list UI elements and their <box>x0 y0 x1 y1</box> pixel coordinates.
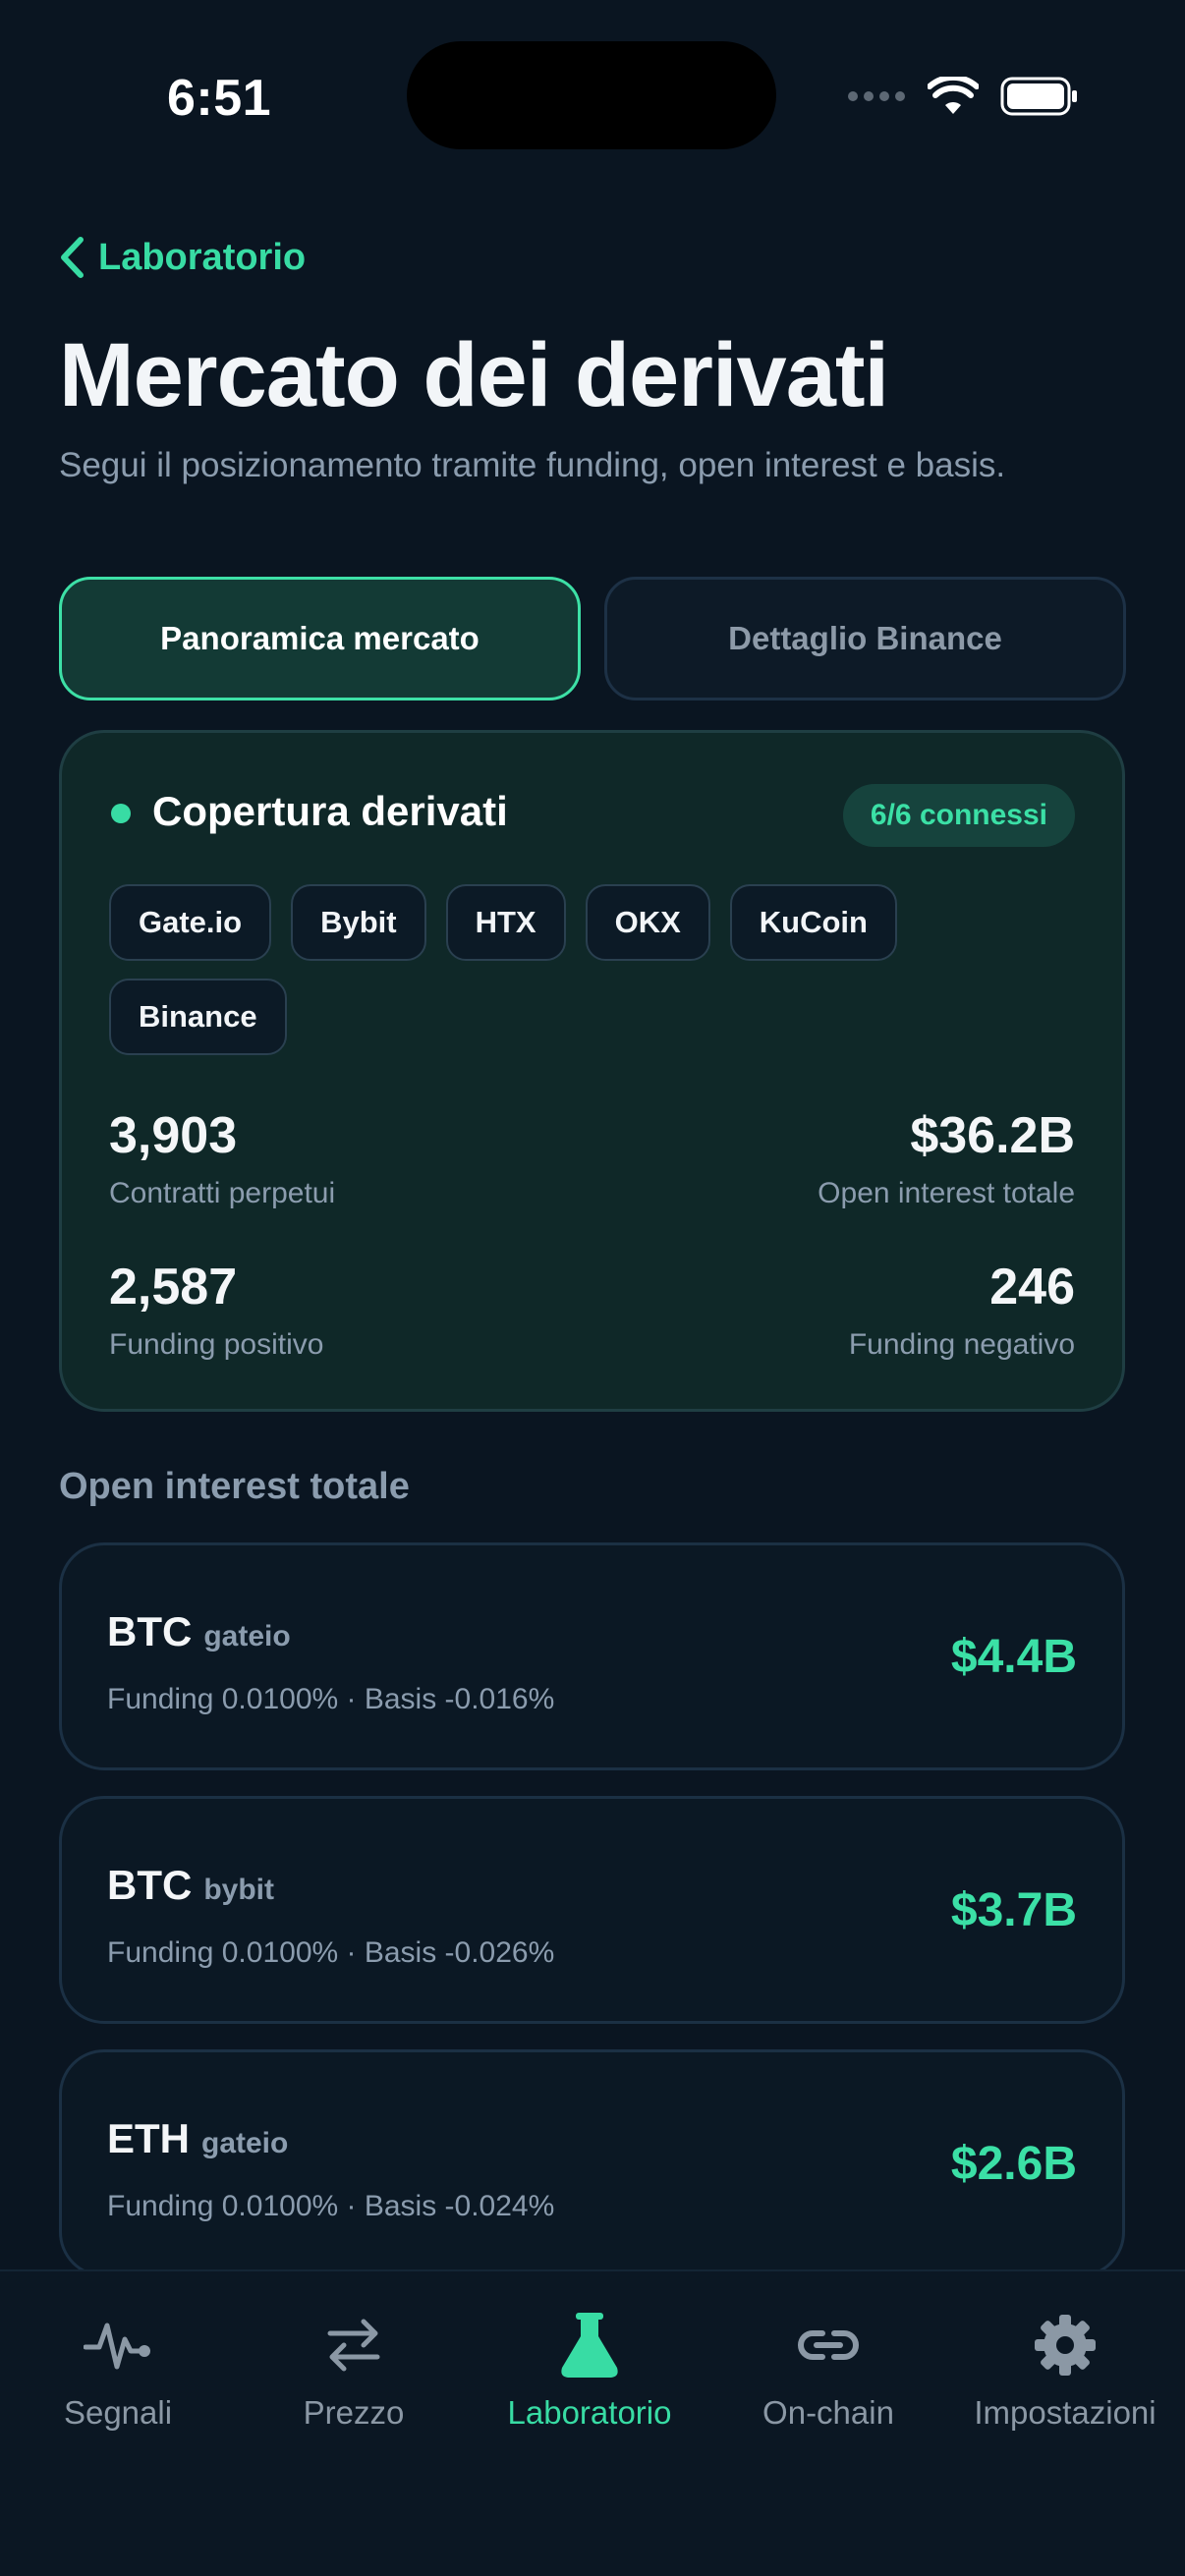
exchange-name: bybit <box>203 1874 274 1906</box>
exchange-chip-kucoin: KuCoin <box>729 884 897 961</box>
tab-segnali[interactable]: Segnali <box>0 2306 236 2432</box>
tab-on-chain[interactable]: On-chain <box>710 2306 946 2432</box>
stat-value: 246 <box>989 1259 1075 1316</box>
exchange-chip-htx: HTX <box>445 884 566 961</box>
tab-binance-detail[interactable]: Dettaglio Binance <box>604 577 1126 700</box>
status-icons <box>847 71 1079 122</box>
tab-bar: Segnali Prezzo Laboratorio On-chain Impo… <box>0 2269 1185 2576</box>
tab-label: On-chain <box>762 2394 894 2431</box>
section-title-open-interest: Open interest totale <box>59 1466 410 1507</box>
tab-laboratorio[interactable]: Laboratorio <box>472 2306 707 2432</box>
back-label: Laboratorio <box>98 236 307 278</box>
wifi-icon <box>928 77 979 114</box>
funding-basis-detail: Funding 0.0100% · Basis -0.024% <box>107 2190 555 2222</box>
stat-value: 3,903 <box>109 1107 238 1164</box>
tab-label: Laboratorio <box>507 2394 672 2431</box>
back-button[interactable]: Laboratorio <box>59 236 306 279</box>
funding-basis-detail: Funding 0.0100% · Basis -0.016% <box>107 1683 555 1715</box>
status-time: 6:51 <box>167 70 272 127</box>
battery-icon <box>1000 77 1077 116</box>
list-item[interactable]: ETH gateio Funding 0.0100% · Basis -0.02… <box>59 2049 1125 2277</box>
stat-positive-funding: 2,587 Funding positivo <box>109 1258 323 1362</box>
stat-label: Funding negativo <box>848 1328 1075 1361</box>
asset-symbol: ETH <box>107 2115 190 2161</box>
coverage-title: Copertura derivati <box>152 788 508 834</box>
exchange-chip-gateio: Gate.io <box>109 884 272 961</box>
list-item[interactable]: BTC gateio Funding 0.0100% · Basis -0.01… <box>59 1542 1125 1770</box>
stat-value: 2,587 <box>109 1259 238 1316</box>
page-title: Mercato dei derivati <box>59 325 889 425</box>
gear-icon <box>1035 2315 1096 2376</box>
status-dot <box>111 804 131 823</box>
exchange-chips: Gate.io Bybit HTX OKX KuCoin Binance <box>109 884 1052 1055</box>
stat-total-open-interest: $36.2B Open interest totale <box>818 1106 1075 1210</box>
tab-label: Impostazioni <box>974 2394 1157 2431</box>
tab-prezzo[interactable]: Prezzo <box>236 2306 472 2432</box>
exchange-chip-okx: OKX <box>585 884 710 961</box>
asset-symbol: BTC <box>107 1862 193 1908</box>
exchange-chip-binance: Binance <box>109 979 287 1055</box>
pulse-icon <box>84 2323 150 2370</box>
exchange-name: gateio <box>201 2127 289 2159</box>
swap-arrows-icon <box>327 2319 380 2372</box>
tab-label: Segnali <box>63 2394 173 2431</box>
list-item[interactable]: BTC bybit Funding 0.0100% · Basis -0.026… <box>59 1796 1125 2024</box>
dynamic-island <box>407 41 776 149</box>
exchange-name: gateio <box>203 1620 291 1652</box>
tab-impostazioni[interactable]: Impostazioni <box>947 2306 1183 2432</box>
tab-market-overview[interactable]: Panoramica mercato <box>59 577 581 700</box>
chevron-left-icon <box>61 237 84 278</box>
stat-label: Contratti perpetui <box>109 1177 336 1209</box>
asset-symbol: BTC <box>107 1608 193 1654</box>
tab-label: Prezzo <box>303 2394 405 2431</box>
stat-perpetual-contracts: 3,903 Contratti perpetui <box>109 1106 335 1210</box>
status-bar: 6:51 <box>0 0 1185 196</box>
flask-icon <box>561 2313 618 2378</box>
open-interest-value: $4.4B <box>950 1631 1077 1683</box>
link-icon <box>798 2330 859 2360</box>
signal-icon <box>848 91 905 101</box>
stat-label: Funding positivo <box>109 1328 324 1361</box>
funding-basis-detail: Funding 0.0100% · Basis -0.026% <box>107 1936 555 1969</box>
stat-label: Open interest totale <box>818 1177 1075 1209</box>
stat-negative-funding: 246 Funding negativo <box>849 1258 1075 1362</box>
exchange-chip-bybit: Bybit <box>291 884 426 961</box>
connection-badge: 6/6 connessi <box>842 784 1075 847</box>
coverage-card: Copertura derivati 6/6 connessi Gate.io … <box>59 730 1125 1412</box>
stat-value: $36.2B <box>910 1107 1075 1164</box>
page-subtitle: Segui il posizionamento tramite funding,… <box>59 446 1006 484</box>
open-interest-value: $3.7B <box>950 1884 1077 1936</box>
open-interest-value: $2.6B <box>950 2138 1077 2190</box>
